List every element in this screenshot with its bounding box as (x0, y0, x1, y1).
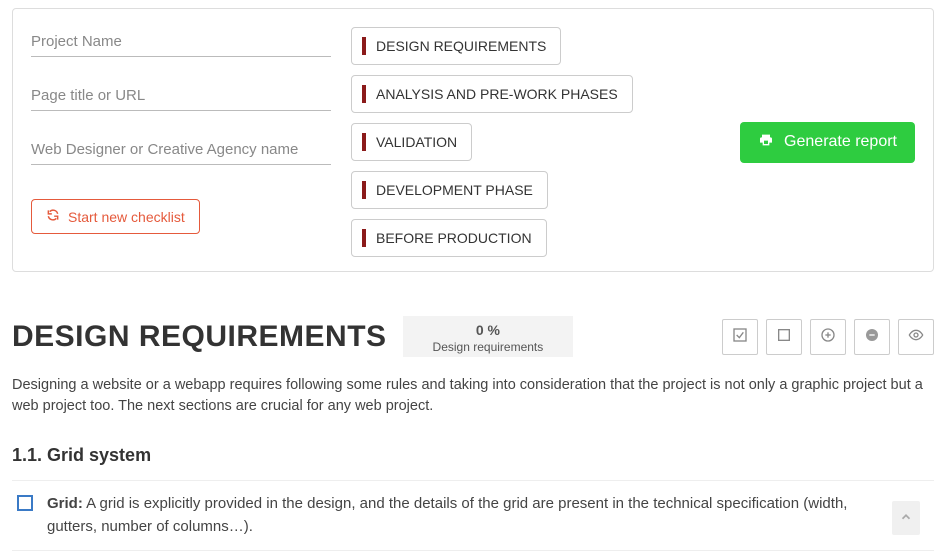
generate-column: Generate report (740, 122, 915, 163)
nav-validation[interactable]: VALIDATION (351, 123, 472, 161)
eye-icon (908, 327, 924, 346)
start-new-checklist-label: Start new checklist (68, 209, 185, 225)
section-header: DESIGN REQUIREMENTS 0 % Design requireme… (12, 316, 934, 357)
nav-column: DESIGN REQUIREMENTS ANALYSIS AND PRE-WOR… (351, 27, 633, 257)
progress-box: 0 % Design requirements (403, 316, 574, 357)
nav-label: DESIGN REQUIREMENTS (376, 38, 546, 54)
check-square-icon (732, 327, 748, 346)
nav-analysis-prework[interactable]: ANALYSIS AND PRE-WORK PHASES (351, 75, 633, 113)
section-description: Designing a website or a webapp requires… (12, 375, 934, 417)
visibility-button[interactable] (898, 319, 934, 355)
nav-before-production[interactable]: BEFORE PRODUCTION (351, 219, 547, 257)
item-checkbox[interactable] (17, 495, 33, 511)
section-title: DESIGN REQUIREMENTS (12, 320, 387, 354)
nav-label: ANALYSIS AND PRE-WORK PHASES (376, 86, 618, 102)
nav-bar-icon (362, 85, 366, 103)
generate-report-label: Generate report (784, 133, 897, 151)
checklist-item: Grid: A grid is explicitly provided in t… (12, 480, 934, 551)
progress-percent: 0 % (433, 322, 544, 338)
nav-development-phase[interactable]: DEVELOPMENT PHASE (351, 171, 548, 209)
uncheck-all-button[interactable] (766, 319, 802, 355)
progress-label: Design requirements (433, 340, 544, 354)
start-new-checklist-button[interactable]: Start new checklist (31, 199, 200, 234)
expand-button[interactable] (810, 319, 846, 355)
nav-label: DEVELOPMENT PHASE (376, 182, 533, 198)
print-icon (758, 132, 774, 153)
plus-circle-icon (820, 327, 836, 346)
page-title-input[interactable] (31, 81, 331, 111)
chevron-up-icon (899, 510, 913, 527)
nav-bar-icon (362, 37, 366, 55)
subsection: 1.1. Grid system Grid: A grid is explici… (12, 445, 934, 551)
subsection-title: 1.1. Grid system (12, 445, 934, 466)
nav-label: VALIDATION (376, 134, 457, 150)
nav-bar-icon (362, 133, 366, 151)
top-panel: Start new checklist DESIGN REQUIREMENTS … (12, 8, 934, 272)
scroll-top-button[interactable] (892, 501, 920, 535)
inputs-column: Start new checklist (31, 27, 331, 234)
square-icon (776, 327, 792, 346)
nav-label: BEFORE PRODUCTION (376, 230, 532, 246)
nav-bar-icon (362, 181, 366, 199)
refresh-icon (46, 208, 60, 225)
project-name-input[interactable] (31, 27, 331, 57)
item-description: A grid is explicitly provided in the des… (47, 495, 847, 535)
item-label: Grid: (47, 495, 83, 512)
nav-design-requirements[interactable]: DESIGN REQUIREMENTS (351, 27, 561, 65)
check-all-button[interactable] (722, 319, 758, 355)
minus-circle-icon (864, 327, 880, 346)
designer-name-input[interactable] (31, 135, 331, 165)
nav-bar-icon (362, 229, 366, 247)
generate-report-button[interactable]: Generate report (740, 122, 915, 163)
collapse-button[interactable] (854, 319, 890, 355)
section-tools (722, 319, 934, 355)
item-text: Grid: A grid is explicitly provided in t… (47, 493, 934, 538)
